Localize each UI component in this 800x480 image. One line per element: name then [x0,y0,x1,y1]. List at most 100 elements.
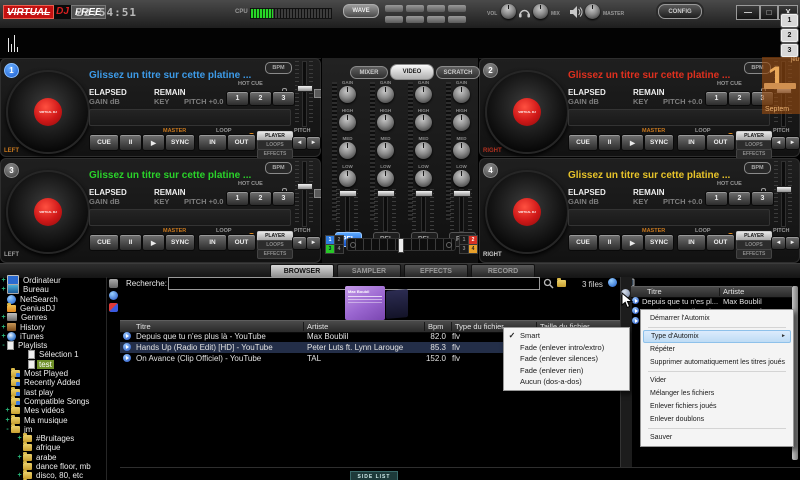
xfader-assign-left-4[interactable]: 4 [334,244,344,254]
high-knob-ch2[interactable] [377,114,394,131]
pitch-slider-handle[interactable] [297,183,313,190]
window-layout-button-3[interactable]: 3 [781,44,798,57]
sidebar-item-selection-1[interactable]: Sélection 1 [0,349,134,359]
jog-wheel[interactable]: VIRTUAL DJ [6,170,90,254]
pitch-up-button[interactable]: ► [785,136,800,150]
volume-fader-ch3[interactable] [412,189,434,230]
side-list-button[interactable]: SIDE LIST [350,471,398,480]
tab-effects[interactable]: EFFECTS [404,264,468,278]
play-button[interactable]: ▶ [621,234,644,251]
window-layout-button-2[interactable]: 2 [781,29,798,42]
tab-effects[interactable]: EFFECTS [257,249,293,259]
submenu-item-fade-intro-extro[interactable]: Fade (enlever intro/extro) [504,342,629,354]
menu-item-supprimer-automatiquement[interactable]: Supprimer automatiquement les titres jou… [641,356,793,369]
gain-knob-ch4[interactable] [453,86,470,103]
loop-in-button[interactable]: IN [198,234,227,251]
pitch-down-button[interactable]: ◄ [292,236,307,250]
track-waveform-strip[interactable] [568,209,770,226]
layout-preset-bar[interactable] [448,5,466,12]
pitch-up-button[interactable]: ► [306,236,321,250]
hot-cue-3-button[interactable]: 3 [272,91,295,106]
loop-out-button[interactable]: OUT [227,134,256,151]
cue-button[interactable]: CUE [89,234,119,251]
sidebar-item-genres[interactable]: +Genres [0,312,106,322]
track-waveform-strip[interactable] [89,209,291,226]
menu-item-enlever-fichiers-joues[interactable]: Enlever fichiers joués [641,400,793,413]
tab-sampler[interactable]: SAMPLER [337,264,401,278]
jog-wheel[interactable]: VIRTUAL DJ [6,70,90,154]
submenu-item-fade-silences[interactable]: Fade (enlever silences) [504,353,629,365]
mid-knob-ch2[interactable] [377,142,394,159]
menu-item-type-automix[interactable]: Type d'Automix► [643,330,791,343]
hot-cue-1-button[interactable]: 1 [705,191,728,206]
play-button[interactable]: ▶ [142,234,165,251]
pitch-slider-handle[interactable] [297,85,313,92]
fader-handle[interactable] [453,190,471,197]
master-volume-knob[interactable] [585,4,600,19]
mid-knob-ch1[interactable] [339,142,356,159]
hot-cue-3-button[interactable]: 3 [751,191,774,206]
gain-knob-ch2[interactable] [377,86,394,103]
low-knob-ch4[interactable] [453,170,470,187]
expander[interactable]: + [0,277,7,284]
pitch-down-button[interactable]: ◄ [771,136,786,150]
pitch-up-button[interactable]: ► [306,136,321,150]
hot-cue-2-button[interactable]: 2 [249,91,272,106]
loop-out-button[interactable]: OUT [706,234,735,251]
loop-in-button[interactable]: IN [677,134,706,151]
pause-button[interactable]: II [119,234,142,251]
menu-item-demarrer-automix[interactable]: Démarrer l'Automix [641,312,793,325]
pitch-up-button[interactable]: ► [785,236,800,250]
pause-button[interactable]: II [119,134,142,151]
gain-knob-ch3[interactable] [415,86,432,103]
mid-knob-ch4[interactable] [453,142,470,159]
expander[interactable]: + [0,333,7,340]
tab-browser[interactable]: BROWSER [270,264,334,278]
hot-cue-3-button[interactable]: 3 [272,191,295,206]
loop-out-button[interactable]: OUT [227,234,256,251]
playlist-row-1[interactable]: Depuis que tu n'es pl... Max Boublil [631,296,792,306]
hot-cue-1-button[interactable]: 1 [226,91,249,106]
expander[interactable]: + [16,472,23,479]
column-titre[interactable]: Titre [136,322,151,331]
tab-record[interactable]: RECORD [471,264,535,278]
wave-button[interactable]: WAVE [343,4,379,18]
hot-cue-2-button[interactable]: 2 [728,91,751,106]
volume-fader-ch2[interactable] [374,189,396,230]
submenu-item-aucun[interactable]: Aucun (dos-a-dos) [504,376,629,388]
sync-button[interactable]: SYNC [165,134,195,151]
hot-cue-2-button[interactable]: 2 [249,191,272,206]
gain-knob-ch1[interactable] [339,86,356,103]
headphone-mix-knob[interactable] [533,4,548,19]
menu-item-enlever-doublons[interactable]: Enlever doublons [641,413,793,426]
play-button[interactable]: ▶ [142,134,165,151]
jog-wheel[interactable]: VIRTUAL DJ [485,170,569,254]
netsearch-icon[interactable] [608,278,617,287]
cue-button[interactable]: CUE [568,234,598,251]
tree-tool-icon[interactable] [109,279,118,288]
play-button[interactable]: ▶ [621,134,644,151]
sync-button[interactable]: SYNC [644,134,674,151]
bpm-button[interactable]: BPM [265,162,292,174]
netsearch-tool-icon[interactable] [109,291,118,300]
low-knob-ch3[interactable] [415,170,432,187]
expander[interactable]: + [16,454,23,461]
expander[interactable]: + [0,286,7,293]
layout-preset-bar[interactable] [385,16,403,23]
track-waveform-strip[interactable] [89,109,291,126]
menu-item-sauver[interactable]: Sauver [641,431,793,444]
crossfader[interactable] [346,238,456,251]
submenu-item-fade-rien[interactable]: Fade (enlever rien) [504,365,629,377]
expander[interactable]: - [4,426,11,433]
expander[interactable]: + [16,435,23,442]
layout-preset-bar[interactable] [427,5,445,12]
layout-preset-bar[interactable] [448,16,466,23]
high-knob-ch1[interactable] [339,114,356,131]
expander[interactable]: - [0,342,7,349]
layout-preset-bar[interactable] [406,5,424,12]
pitch-slider[interactable] [295,161,313,225]
fader-handle[interactable] [339,190,357,197]
mid-knob-ch3[interactable] [415,142,432,159]
low-knob-ch1[interactable] [339,170,356,187]
hot-cue-2-button[interactable]: 2 [728,191,751,206]
